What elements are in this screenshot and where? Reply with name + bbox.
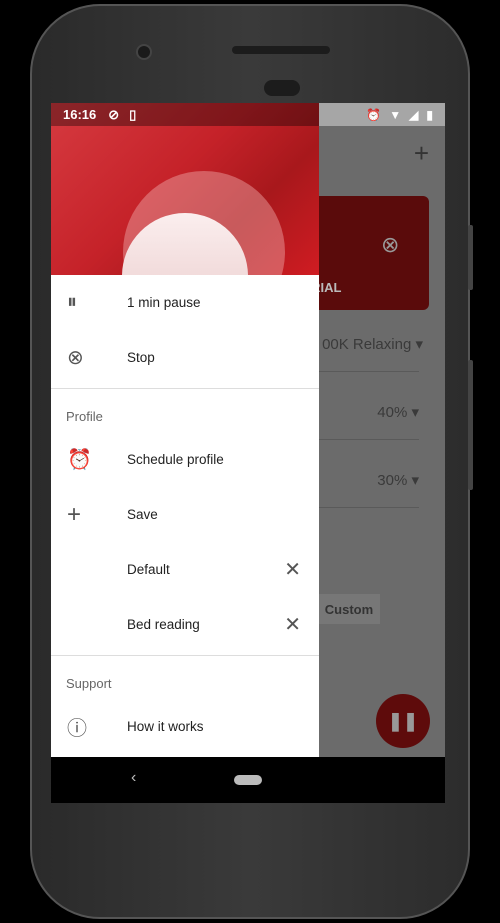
power-button (468, 360, 473, 490)
menu-label: Bed reading (127, 617, 200, 632)
plus-icon[interactable]: + (414, 138, 429, 169)
custom-button[interactable]: Custom (318, 594, 380, 624)
delete-icon[interactable]: ✕ (284, 557, 301, 582)
speaker (232, 46, 330, 54)
drawer-header (51, 103, 319, 275)
sync-off-icon: ⊘ (108, 106, 120, 122)
menu-item-profile-bed-reading[interactable]: Bed reading ✕ (51, 597, 319, 652)
temperature-select[interactable]: 00K Relaxing ▾ (303, 335, 423, 353)
back-icon[interactable]: ‹ (131, 769, 136, 787)
menu-item-pause[interactable]: ⏸ 1 min pause (51, 275, 319, 330)
pause-fab[interactable]: ❚❚ (376, 694, 430, 748)
status-time: 16:16 (63, 107, 97, 122)
menu-label: Stop (127, 350, 155, 365)
close-circle-icon: ⊗ (67, 347, 84, 369)
intensity-select[interactable]: 40% ▾ (319, 403, 419, 421)
section-header-profile: Profile (66, 409, 103, 424)
sensor (264, 80, 300, 96)
plus-icon: + (67, 500, 82, 528)
navigation-drawer: ⏸ 1 min pause ⊗ Stop Profile ⏰ Schedule pro… (51, 103, 319, 780)
section-header-support: Support (66, 676, 112, 691)
wifi-icon: ▼ (389, 107, 402, 122)
navigation-bar: ‹ (51, 757, 445, 803)
alarm-icon: ⏰ (67, 449, 92, 471)
menu-item-how-it-works[interactable]: ⓘ How it works (51, 699, 319, 754)
phone-icon: ▯ (129, 106, 137, 122)
info-icon: ⓘ (67, 718, 87, 740)
menu-label: Default (127, 562, 170, 577)
menu-item-schedule-profile[interactable]: ⏰ Schedule profile (51, 432, 319, 487)
pause-circle-icon: ⏸ (67, 291, 77, 313)
home-button[interactable] (234, 775, 262, 785)
volume-button (468, 225, 473, 290)
signal-icon: ◢ (409, 107, 419, 122)
menu-label: Schedule profile (127, 452, 224, 467)
status-bar: 16:16 ⊘ ▯ ⏰ ▼ ◢ ▮ (51, 103, 445, 126)
menu-item-profile-default[interactable]: Default ✕ (51, 542, 319, 597)
divider (319, 507, 419, 508)
menu-item-stop[interactable]: ⊗ Stop (51, 330, 319, 385)
pause-icon: ❚❚ (387, 710, 419, 731)
dim-select[interactable]: 30% ▾ (319, 471, 419, 489)
close-circle-icon[interactable]: ⊗ (381, 232, 399, 258)
alarm-icon: ⏰ (366, 107, 382, 122)
divider (319, 439, 419, 440)
menu-label: 1 min pause (127, 295, 201, 310)
camera (136, 44, 152, 60)
battery-charging-icon: ▮ (426, 107, 433, 122)
menu-label: How it works (127, 719, 204, 734)
menu-item-save[interactable]: + Save (51, 487, 319, 542)
tutorial-card[interactable]: d ⊗ ORIAL (301, 196, 429, 310)
screen: 16:16 ⊘ ▯ ⏰ ▼ ◢ ▮ + d ⊗ ORIAL 00K Relaxi… (51, 103, 445, 803)
menu-label: Save (127, 507, 158, 522)
delete-icon[interactable]: ✕ (284, 612, 301, 637)
divider (319, 371, 419, 372)
